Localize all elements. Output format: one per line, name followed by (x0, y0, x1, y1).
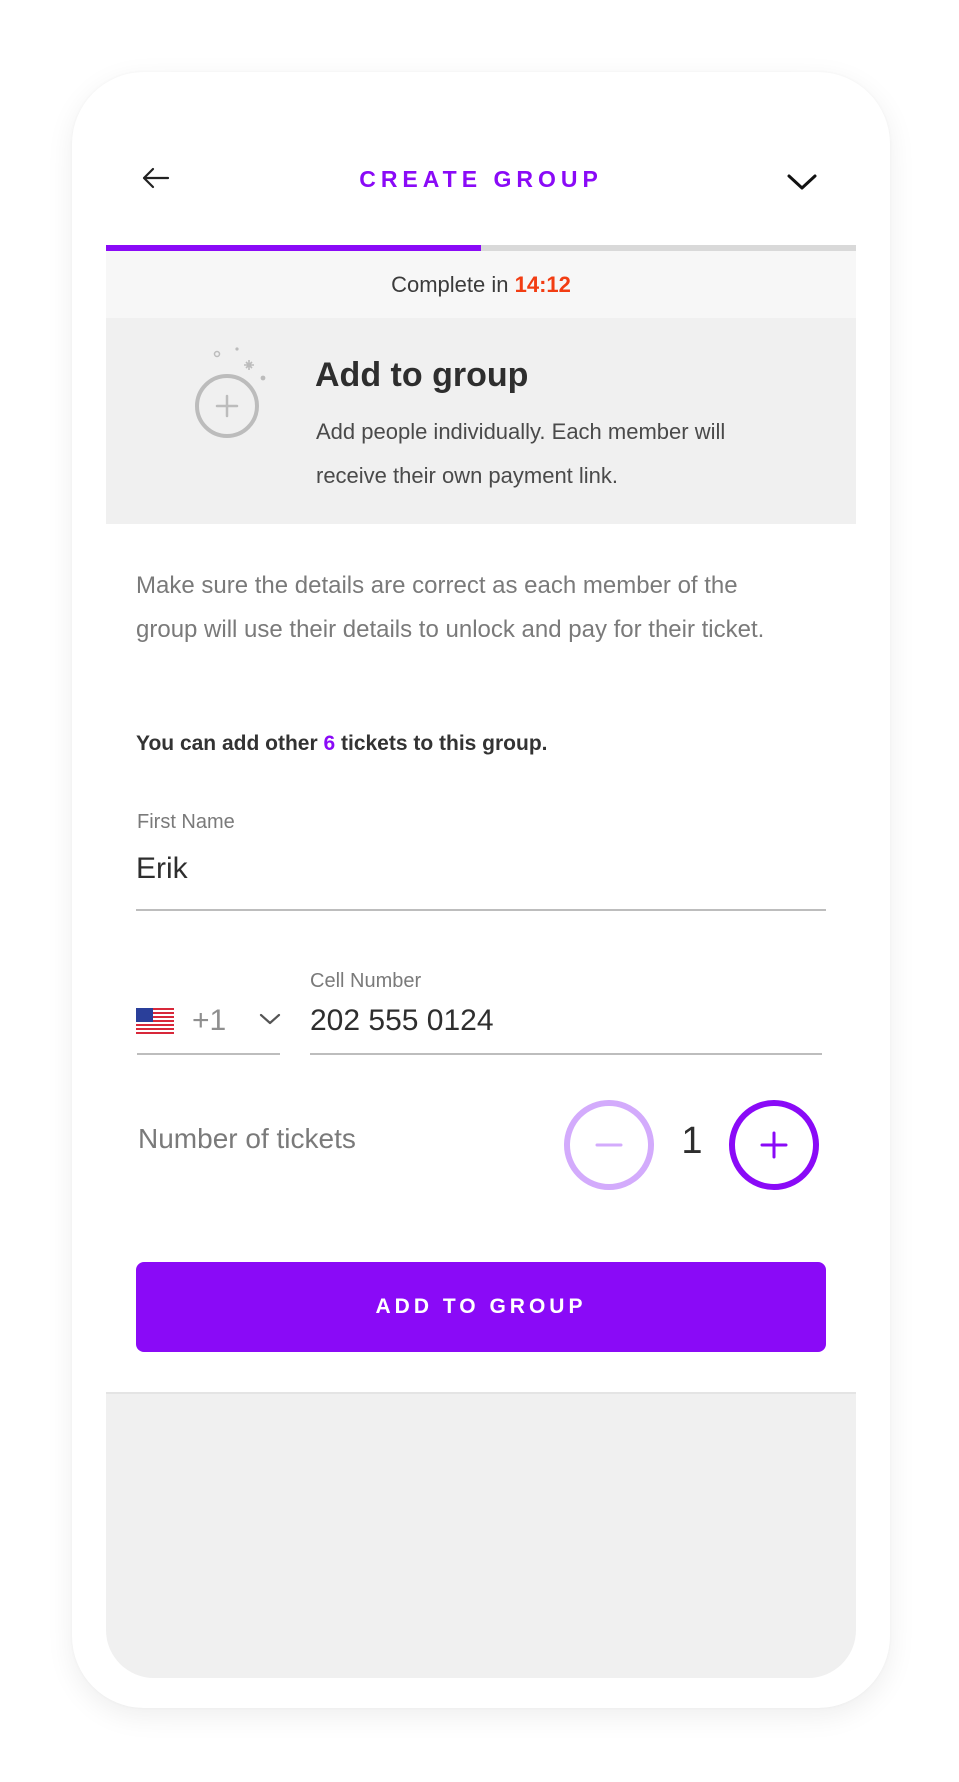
timer-bar: Complete in 14:12 (106, 251, 856, 318)
plus-icon (760, 1131, 788, 1159)
header: CREATE GROUP (106, 120, 856, 245)
first-name-label: First Name (137, 811, 235, 833)
country-code[interactable]: +1 (192, 1004, 226, 1038)
cell-number-label: Cell Number (310, 970, 422, 992)
bottom-panel (106, 1392, 856, 1678)
info-description: Add people individually. Each member wil… (316, 419, 726, 488)
first-name-field[interactable]: Erik (136, 852, 188, 886)
ticket-note-after: tickets to this group. (335, 732, 548, 755)
instructions-text: Make sure the details are correct as eac… (136, 572, 765, 643)
timer-prefix: Complete in (391, 272, 515, 297)
tickets-label: Number of tickets (138, 1123, 356, 1154)
timer-value: 14:12 (514, 272, 571, 297)
chevron-down-icon[interactable] (258, 1010, 282, 1028)
ticket-quantity: 1 (681, 1120, 703, 1162)
ticket-limit-note: You can add other 6 tickets to this grou… (136, 732, 548, 756)
add-circle-icon (195, 347, 266, 438)
minus-icon (595, 1143, 623, 1147)
decrement-button[interactable] (564, 1100, 654, 1190)
increment-button[interactable] (729, 1100, 819, 1190)
info-panel: Add to group Add people individually. Ea… (106, 318, 856, 524)
page-title: CREATE GROUP (359, 166, 603, 192)
us-flag-icon[interactable] (136, 1008, 174, 1034)
first-name-underline (136, 909, 826, 911)
info-title: Add to group (315, 356, 529, 394)
ticket-count: 6 (323, 732, 336, 755)
ticket-note-before: You can add other (136, 732, 324, 755)
chevron-down-icon (787, 174, 817, 190)
add-to-group-button[interactable]: ADD TO GROUP (136, 1262, 826, 1352)
app-screen: CREATE GROUP Complete in 14:12 Add to gr… (106, 120, 856, 1678)
collapse-button[interactable] (784, 164, 820, 200)
cell-number-underline (310, 1053, 822, 1055)
cell-number-field[interactable]: 202 555 0124 (310, 1004, 494, 1038)
country-code-underline (137, 1053, 280, 1055)
